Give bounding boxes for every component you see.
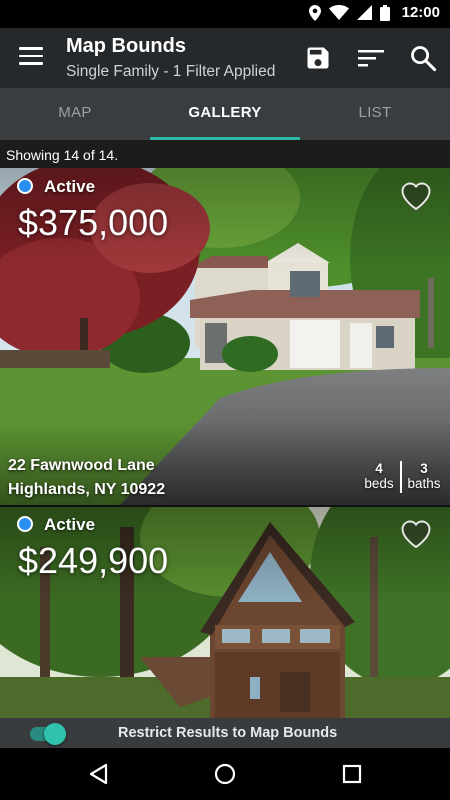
address-street: 22 Fawnwood Lane (8, 457, 155, 474)
view-tabs: MAP GALLERY LIST (0, 88, 450, 140)
restrict-results-bar: Restrict Results to Map Bounds (0, 718, 450, 748)
restrict-label: Restrict Results to Map Bounds (118, 725, 338, 741)
status-label: Active (44, 515, 96, 534)
beds-label: beds (364, 476, 394, 491)
sort-icon (358, 50, 384, 67)
wifi-icon (328, 5, 349, 20)
save-search-button[interactable] (302, 42, 334, 74)
sort-button[interactable] (355, 42, 387, 74)
listing-price: $375,000 (18, 202, 169, 243)
listing-card[interactable]: Active $375,000 22 Fawnwood Lane Highlan… (0, 168, 450, 505)
listing-card[interactable]: Active $249,900 (0, 507, 450, 718)
tab-map[interactable]: MAP (0, 88, 150, 140)
menu-icon[interactable] (19, 47, 43, 69)
restrict-toggle-thumb[interactable] (44, 723, 66, 745)
results-count-bar: Showing 14 of 14. (0, 140, 450, 168)
baths-stat: 3 baths (405, 461, 443, 491)
listing-price: $249,900 (18, 540, 169, 581)
location-icon (308, 4, 321, 21)
tab-list[interactable]: LIST (300, 88, 450, 140)
page-title: Map Bounds (66, 35, 186, 57)
search-icon (411, 46, 437, 72)
status-bar: 12:00 (0, 0, 450, 28)
status-icons: 12:00 (308, 4, 440, 21)
recents-icon[interactable] (340, 762, 364, 786)
baths-count: 3 (420, 461, 428, 476)
beds-count: 4 (375, 461, 383, 476)
beds-stat: 4 beds (363, 461, 395, 491)
stat-divider (400, 461, 402, 493)
system-nav-bar (0, 748, 450, 800)
signal-icon (356, 5, 372, 20)
search-button[interactable] (407, 42, 439, 74)
favorite-heart-icon[interactable] (398, 177, 434, 211)
favorite-heart-icon[interactable] (398, 515, 434, 549)
app-bar: Map Bounds Single Family - 1 Filter Appl… (0, 28, 450, 88)
filter-subtitle[interactable]: Single Family - 1 Filter Applied (66, 63, 291, 81)
home-icon[interactable] (213, 762, 237, 786)
battery-icon (379, 4, 390, 21)
tab-gallery[interactable]: GALLERY (150, 88, 300, 140)
baths-label: baths (407, 476, 441, 491)
listing-photo (0, 507, 450, 718)
status-dot (17, 516, 33, 532)
save-icon (307, 47, 329, 69)
results-count: Showing 14 of 14. (6, 147, 119, 163)
status-dot (17, 178, 33, 194)
address-city: Highlands, NY 10922 (8, 481, 166, 498)
clock: 12:00 (401, 4, 440, 21)
status-label: Active (44, 177, 96, 196)
back-icon[interactable] (87, 762, 111, 786)
